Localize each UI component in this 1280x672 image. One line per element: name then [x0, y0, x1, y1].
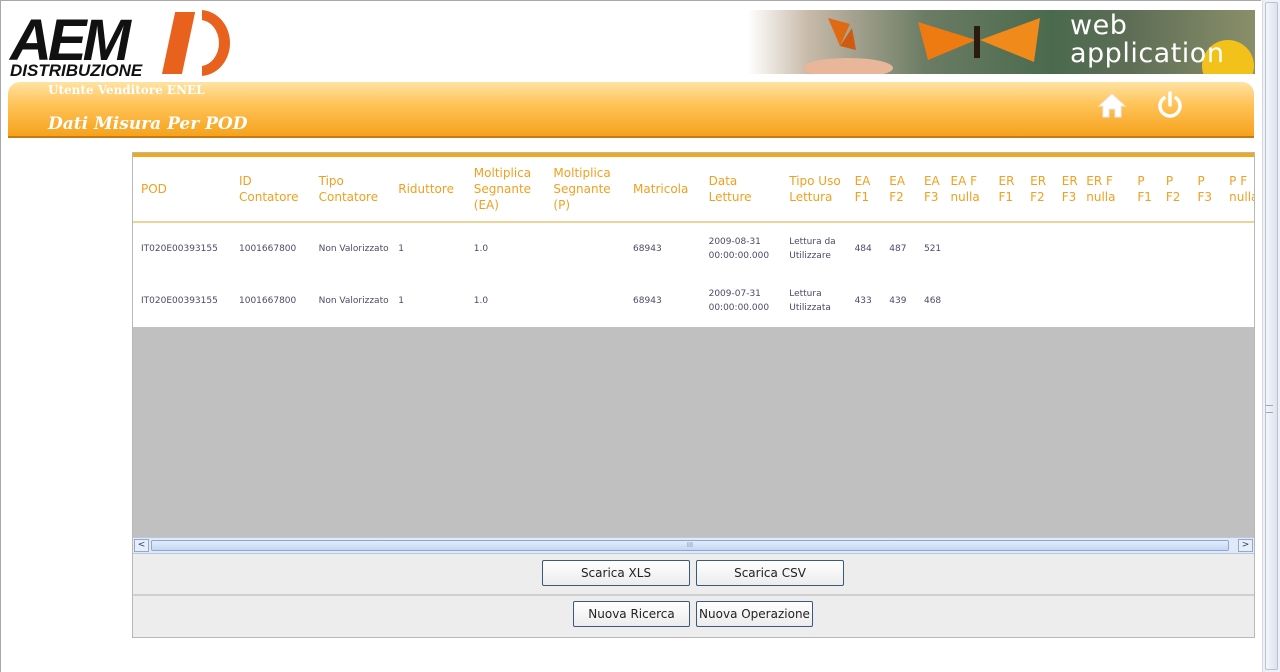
- results-panel: POD ID Contatore Tipo Contatore Riduttor…: [132, 152, 1255, 638]
- table-cell: [1078, 222, 1129, 275]
- table-cell: 2009-07-31 00:00:00.000: [708, 289, 770, 313]
- table-cell: [1022, 222, 1054, 275]
- table-cell: [545, 275, 625, 327]
- table-cell: [1158, 222, 1190, 275]
- table-cell: 1: [398, 244, 404, 254]
- column-header[interactable]: ER F1: [990, 155, 1023, 223]
- table-row[interactable]: IT020E00393155 1001667800 Non Valorizzat…: [133, 275, 1254, 327]
- column-header[interactable]: P F2: [1157, 155, 1190, 223]
- column-header[interactable]: P F nulla: [1221, 155, 1254, 223]
- page-vertical-scrollbar[interactable]: [1262, 0, 1280, 672]
- column-header[interactable]: Matricola: [625, 155, 701, 223]
- page-scroll-thumb[interactable]: [1265, 2, 1278, 670]
- column-header[interactable]: POD: [133, 155, 231, 223]
- column-header[interactable]: EA F1: [846, 155, 882, 223]
- table-cell: [943, 222, 991, 275]
- table-cell: IT020E00393155: [141, 296, 218, 306]
- column-header[interactable]: Tipo Uso Lettura: [781, 155, 847, 223]
- table-cell: 433: [854, 296, 872, 306]
- scroll-thumb[interactable]: III: [151, 540, 1229, 551]
- butterfly-small: [828, 18, 856, 50]
- table-cell: Non Valorizzato: [318, 244, 389, 254]
- table-cell: 1.0: [473, 296, 489, 306]
- table-cell: [1054, 275, 1079, 327]
- table-row[interactable]: IT020E00393155 1001667800 Non Valorizzat…: [133, 222, 1254, 275]
- column-header[interactable]: ID Contatore: [231, 155, 311, 223]
- column-header[interactable]: Moltiplica Segnante (EA): [465, 155, 546, 223]
- table-cell: [545, 222, 625, 275]
- table-cell: 1.0: [473, 244, 489, 254]
- table-cell: Lettura da Utilizzare: [789, 237, 836, 261]
- table-cell: [1129, 275, 1158, 327]
- scroll-left-button[interactable]: <: [134, 539, 149, 552]
- scroll-grip-icon: [1266, 405, 1273, 413]
- scroll-right-button[interactable]: >: [1238, 539, 1253, 552]
- banner-text: web application: [1070, 10, 1225, 69]
- results-table: POD ID Contatore Tipo Contatore Riduttor…: [133, 153, 1254, 327]
- column-header[interactable]: EA F3: [915, 155, 943, 223]
- download-button-row: Scarica XLS Scarica CSV: [133, 554, 1254, 596]
- table-cell: [990, 222, 1022, 275]
- logout-button[interactable]: [1155, 90, 1185, 120]
- column-header[interactable]: Riduttore: [390, 155, 466, 223]
- svg-text:DISTRIBUZIONE: DISTRIBUZIONE: [10, 61, 143, 80]
- table-cell: [1190, 275, 1222, 327]
- table-cell: [1190, 222, 1222, 275]
- table-cell: 68943: [633, 296, 662, 306]
- table-cell: IT020E00393155: [141, 244, 218, 254]
- table-cell: 1001667800: [239, 244, 297, 254]
- column-header[interactable]: EA F2: [881, 155, 916, 223]
- column-header[interactable]: Data Letture: [700, 155, 782, 223]
- table-cell: Non Valorizzato: [318, 296, 389, 306]
- column-header[interactable]: ER F3: [1053, 155, 1079, 223]
- table-cell: 1001667800: [239, 296, 297, 306]
- table-cell: 2009-08-31 00:00:00.000: [708, 237, 770, 261]
- table-cell: 521: [923, 244, 942, 254]
- table-cell: [1022, 275, 1054, 327]
- nuova-ricerca-button[interactable]: Nuova Ricerca: [573, 601, 690, 627]
- table-cell: 484: [854, 244, 872, 254]
- horizontal-scrollbar[interactable]: < III >: [133, 537, 1254, 554]
- power-icon: [1158, 91, 1182, 118]
- header-banner: web application: [748, 10, 1255, 74]
- table-cell: 468: [923, 296, 942, 306]
- table-cell: [1221, 275, 1254, 327]
- home-button[interactable]: [1097, 90, 1127, 120]
- column-header[interactable]: EA F nulla: [942, 155, 991, 223]
- table-cell: 68943: [633, 244, 662, 254]
- table-cell: [1129, 222, 1158, 275]
- scarica-xls-button[interactable]: Scarica XLS: [542, 560, 690, 586]
- table-cell: [1054, 222, 1079, 275]
- table-cell: [943, 275, 991, 327]
- table-header-row: POD ID Contatore Tipo Contatore Riduttor…: [133, 155, 1254, 223]
- action-button-row: Nuova Ricerca Nuova Operazione: [133, 596, 1254, 637]
- column-header[interactable]: P F3: [1189, 155, 1222, 223]
- aem-distribuzione-logo: AEM DISTRIBUZIONE: [8, 8, 233, 80]
- column-header[interactable]: P F1: [1129, 155, 1158, 223]
- scarica-csv-button[interactable]: Scarica CSV: [696, 560, 844, 586]
- table-cell: [990, 275, 1022, 327]
- table-cell: [1221, 222, 1254, 275]
- home-icon: [1097, 93, 1127, 118]
- nuova-operazione-button[interactable]: Nuova Operazione: [696, 601, 813, 627]
- column-header[interactable]: ER F2: [1022, 155, 1054, 223]
- table-cell: 439: [889, 296, 907, 306]
- user-label: Utente Venditore ENEL: [48, 83, 205, 97]
- table-cell: [1078, 275, 1129, 327]
- hand-image: [803, 58, 893, 74]
- butterfly-large: [918, 18, 1040, 62]
- table-cell: Lettura Utilizzata: [789, 289, 831, 313]
- column-header[interactable]: ER F nulla: [1078, 155, 1130, 223]
- table-cell: [1158, 275, 1190, 327]
- column-header[interactable]: Moltiplica Segnante (P): [545, 155, 626, 223]
- page-title: Dati Misura Per POD: [48, 114, 248, 134]
- column-header[interactable]: Tipo Contatore: [310, 155, 391, 223]
- table-cell: 1: [398, 296, 404, 306]
- table-cell: 487: [889, 244, 907, 254]
- grid-viewport: POD ID Contatore Tipo Contatore Riduttor…: [133, 153, 1254, 537]
